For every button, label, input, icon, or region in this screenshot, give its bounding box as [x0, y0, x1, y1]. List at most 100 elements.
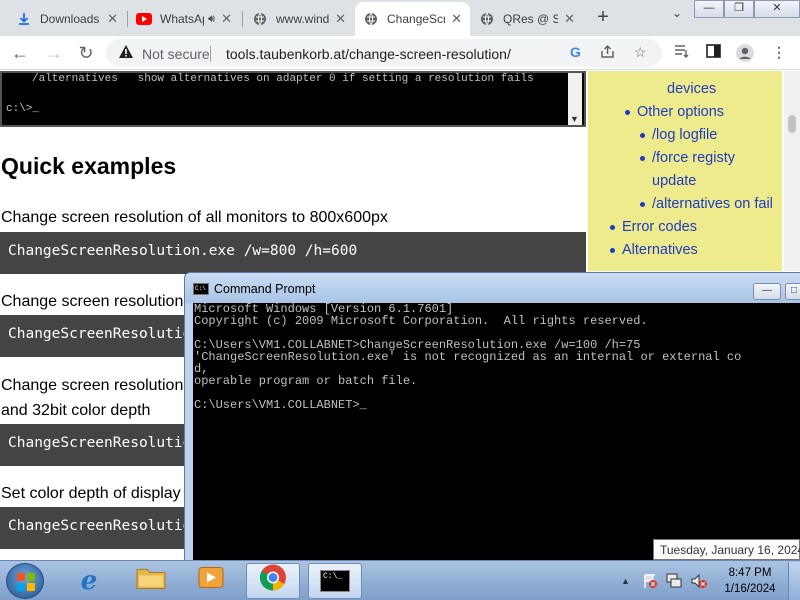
new-tab-button[interactable]: +	[592, 4, 614, 30]
tab-downloads[interactable]: Downloads ✕	[8, 2, 126, 36]
toc-bullet	[610, 225, 615, 230]
more-menu-icon[interactable]: ⋮	[772, 44, 786, 61]
internet-explorer-icon: e	[80, 566, 98, 596]
example-description: Change screen resolution of all monitors…	[1, 209, 388, 226]
example-description: Set color depth of display	[1, 485, 181, 502]
url-text[interactable]: tools.taubenkorb.at/change-screen-resolu…	[226, 46, 511, 62]
globe-icon	[479, 11, 495, 27]
tab-title: QRes @ Softpedia	[503, 12, 559, 26]
tab-title: www.windows	[276, 12, 330, 26]
close-icon[interactable]: ✕	[107, 11, 118, 27]
tab-search-button[interactable]: ⌄	[672, 6, 682, 20]
tab-qres[interactable]: QRes @ Softpedia ✕	[471, 2, 583, 36]
close-icon[interactable]: ✕	[564, 11, 575, 27]
toc-bullet	[625, 110, 630, 115]
cmd-title-bar[interactable]: C:\ Command Prompt — □	[185, 273, 800, 303]
media-player-icon	[198, 566, 224, 597]
globe-icon	[252, 11, 268, 27]
section-heading: Quick examples	[1, 153, 177, 179]
toc-bullet	[610, 248, 615, 253]
scrollbar-thumb[interactable]	[788, 115, 796, 133]
toc-link-alternatives[interactable]: Alternatives	[622, 242, 698, 258]
tab-change-screen-resolution[interactable]: ChangeScreenResolution ✕	[355, 2, 470, 36]
cmd-prompt-line: C:\Users\VM1.COLLABNET>_	[194, 398, 367, 412]
page-scrollbar[interactable]	[784, 71, 800, 271]
show-desktop-button[interactable]	[788, 562, 800, 600]
toc-link-log-logfile[interactable]: /log logfile	[652, 127, 717, 143]
toc-link-devices[interactable]: devices	[667, 81, 716, 97]
scroll-down-arrow-icon[interactable]: ▼	[570, 114, 579, 124]
cmd-line: operable program or batch file.	[194, 374, 418, 388]
taskbar-chrome[interactable]	[246, 563, 300, 599]
back-button[interactable]: ←	[8, 41, 32, 65]
start-button[interactable]	[6, 563, 44, 599]
cmd-console[interactable]: Microsoft Windows [Version 6.1.7601] Cop…	[193, 303, 800, 561]
toc-link-force-registry[interactable]: /force registy	[652, 150, 735, 166]
example-description: Change screen resolution	[1, 293, 184, 310]
action-center-flag-icon[interactable]	[642, 573, 658, 592]
bookmark-star-icon[interactable]: ☆	[634, 44, 647, 61]
cmd-maximize-button[interactable]: □	[785, 283, 800, 300]
taskbar-cmd[interactable]: C:\_	[308, 563, 362, 599]
toc-link-alternatives-on-fail[interactable]: /alternatives on fail	[652, 196, 773, 212]
security-label[interactable]: Not secure	[142, 46, 210, 62]
address-bar[interactable]: Not secure tools.taubenkorb.at/change-sc…	[106, 39, 662, 67]
taskbar-explorer[interactable]	[124, 563, 178, 599]
forward-button[interactable]: →	[42, 41, 66, 65]
taskbar-ie[interactable]: e	[62, 563, 116, 599]
toc-link-error-codes[interactable]: Error codes	[622, 219, 697, 235]
tab-whatsapp[interactable]: WhatsApp 🔊︎ ✕	[128, 2, 240, 36]
omnibox-divider	[210, 46, 211, 62]
toc-link-force-registry-cont[interactable]: update	[652, 173, 696, 189]
clock-date: 1/16/2024	[724, 583, 776, 595]
tab-www-windows[interactable]: www.windows ✕	[244, 2, 354, 36]
tab-strip: Downloads ✕ WhatsApp 🔊︎ ✕ www.windows ✕ …	[0, 0, 800, 36]
table-of-contents: devices Other options /log logfile /forc…	[588, 71, 782, 271]
chrome-icon	[259, 564, 287, 599]
reading-list-icon[interactable]	[674, 44, 690, 61]
close-icon[interactable]: ✕	[335, 11, 346, 27]
youtube-icon	[136, 11, 152, 27]
cmd-icon: C:\_	[320, 570, 350, 592]
cmd-output: Microsoft Windows [Version 6.1.7601] Cop…	[194, 303, 741, 411]
volume-muted-icon[interactable]	[690, 573, 708, 592]
tab-title: WhatsApp	[160, 12, 204, 26]
restore-button[interactable]: ❐	[724, 0, 754, 18]
browser-toolbar: ← → ↻ Not secure tools.taubenkorb.at/cha…	[0, 36, 800, 70]
tab-title: ChangeScreenResolution	[387, 12, 446, 26]
system-clock[interactable]: 8:47 PM 1/16/2024	[712, 565, 788, 597]
globe-icon	[363, 11, 379, 27]
toc-link-other-options[interactable]: Other options	[637, 104, 724, 120]
toc-bullet	[640, 156, 645, 161]
command-prompt-window: C:\ Command Prompt — □ Microsoft Windows…	[184, 272, 800, 562]
network-icon[interactable]	[666, 573, 684, 592]
window-controls: — ❐ ✕	[694, 0, 800, 18]
cmd-line: 'ChangeScreenResolution.exe' is not reco…	[194, 350, 742, 364]
minimize-button[interactable]: —	[694, 0, 724, 18]
toc-bullet	[640, 202, 645, 207]
code-console-block: /alternatives show alternatives on adapt…	[0, 71, 586, 127]
taskbar-media-player[interactable]	[184, 563, 238, 599]
download-icon	[16, 11, 32, 27]
example-code: ChangeScreenResolution.exe /w=800 /h=600	[0, 232, 586, 274]
close-icon[interactable]: ✕	[221, 11, 232, 27]
date-tooltip: Tuesday, January 16, 2024	[653, 539, 800, 560]
tab-title: Downloads	[40, 12, 100, 26]
example-description: Change screen resolution	[1, 377, 184, 394]
cmd-minimize-button[interactable]: —	[753, 283, 781, 300]
close-icon[interactable]: ✕	[451, 11, 462, 27]
console-line: /alternatives show alternatives on adapt…	[32, 73, 534, 85]
console-scrollbar[interactable]: ▼	[568, 73, 582, 125]
warning-icon[interactable]	[118, 44, 134, 62]
folder-icon	[136, 566, 166, 597]
windows-logo-icon	[17, 573, 35, 591]
share-icon[interactable]	[600, 44, 615, 62]
speaker-icon[interactable]: 🔊︎	[208, 13, 215, 26]
reload-button[interactable]: ↻	[74, 41, 98, 65]
side-panel-icon[interactable]	[706, 44, 721, 61]
profile-avatar-icon[interactable]	[736, 44, 754, 65]
google-translate-icon[interactable]: G	[570, 44, 581, 60]
toc-bullet	[640, 133, 645, 138]
close-window-button[interactable]: ✕	[754, 0, 800, 18]
tray-chevron-icon[interactable]: ▲	[621, 576, 630, 586]
